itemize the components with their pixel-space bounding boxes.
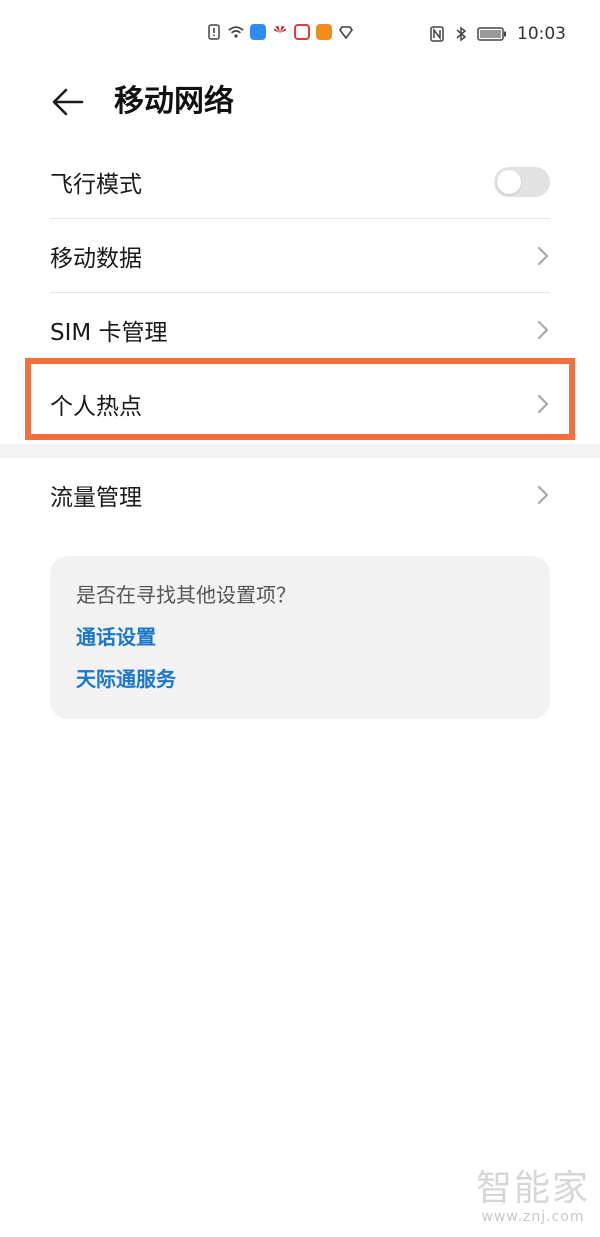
clock: 10:03 (517, 24, 566, 44)
chevron-right-icon (536, 244, 550, 268)
page-title: 移动网络 (114, 84, 234, 119)
sim-alert-icon (206, 24, 222, 40)
section-divider (0, 444, 600, 458)
suggestion-title: 是否在寻找其他设置项？ (76, 583, 296, 607)
watermark-url: www.znj.com (481, 1209, 585, 1225)
bluetooth-icon (453, 26, 469, 42)
back-button[interactable] (48, 82, 88, 122)
battery-icon (477, 26, 507, 42)
chevron-right-icon (536, 318, 550, 342)
notes-app-icon (294, 24, 310, 40)
watermark-text: 智能家 (475, 1168, 590, 1209)
back-arrow-icon (52, 88, 84, 116)
huawei-logo-icon (272, 24, 288, 40)
chevron-right-icon (536, 483, 550, 507)
settings-list-secondary: 流量管理 (0, 458, 600, 532)
list-item-personal-hotspot[interactable]: 个人热点 (50, 367, 550, 441)
toggle-knob (497, 170, 521, 194)
list-item-sim-management[interactable]: SIM 卡管理 (50, 293, 550, 367)
airplane-mode-toggle[interactable] (494, 167, 550, 197)
list-item-traffic-management[interactable]: 流量管理 (50, 458, 550, 532)
shield-icon (338, 24, 354, 40)
wifi-icon (228, 24, 244, 40)
call-settings-link[interactable]: 通话设置 (76, 624, 524, 650)
video-app-icon (316, 24, 332, 40)
cloud-app-icon (250, 24, 266, 40)
list-item-airplane-mode[interactable]: 飞行模式 (50, 145, 550, 219)
title-bar: 移动网络 (0, 72, 600, 132)
list-item-label: SIM 卡管理 (50, 320, 168, 346)
list-item-label: 流量管理 (50, 485, 142, 511)
status-bar: 10:03 (0, 0, 600, 70)
list-item-mobile-data[interactable]: 移动数据 (50, 219, 550, 293)
list-item-label: 个人热点 (50, 394, 142, 420)
list-item-label: 飞行模式 (50, 172, 142, 198)
settings-list: 飞行模式 移动数据 SIM 卡管理 个人热点 (0, 145, 600, 441)
status-notification-icons (206, 24, 354, 40)
skytone-service-link[interactable]: 天际通服务 (76, 666, 524, 692)
nfc-icon (429, 26, 445, 42)
watermark: 智能家 www.znj.com (475, 1168, 590, 1226)
list-item-label: 移动数据 (50, 246, 142, 272)
status-system-icons: 10:03 (429, 24, 566, 44)
chevron-right-icon (536, 392, 550, 416)
suggestion-card: 是否在寻找其他设置项？ 通话设置 天际通服务 (50, 556, 550, 719)
